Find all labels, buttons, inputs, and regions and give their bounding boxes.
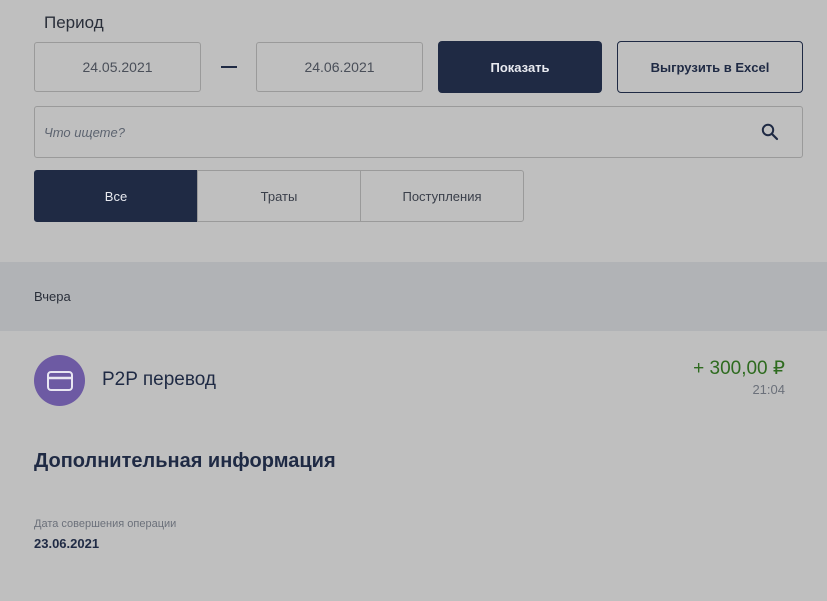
search-input[interactable] (35, 106, 750, 158)
day-group-label: Вчера (34, 289, 71, 304)
date-from-field[interactable]: 24.05.2021 (34, 42, 201, 92)
tab-all[interactable]: Все (34, 170, 198, 222)
search-icon[interactable] (750, 112, 790, 152)
tab-expenses[interactable]: Траты (197, 170, 361, 222)
date-to-field[interactable]: 24.06.2021 (256, 42, 423, 92)
card-icon (34, 355, 85, 406)
period-label: Период (44, 13, 104, 32)
tab-income[interactable]: Поступления (360, 170, 524, 222)
day-group-header: Вчера (0, 262, 827, 331)
operation-time: 21:04 (752, 382, 785, 397)
operation-type-tabs: Все Траты Поступления (34, 170, 524, 222)
date-range-separator (221, 66, 237, 68)
operation-date-label: Дата совершения операции (34, 518, 177, 530)
export-excel-button[interactable]: Выгрузить в Excel (617, 41, 803, 93)
operation-amount: + 300,00 ₽ (693, 358, 785, 379)
operation-date-value: 23.06.2021 (34, 536, 100, 551)
show-button[interactable]: Показать (438, 41, 602, 93)
search-bar (34, 106, 803, 158)
additional-info-heading: Дополнительная информация (34, 450, 336, 472)
operation-title[interactable]: P2P перевод (102, 369, 216, 391)
